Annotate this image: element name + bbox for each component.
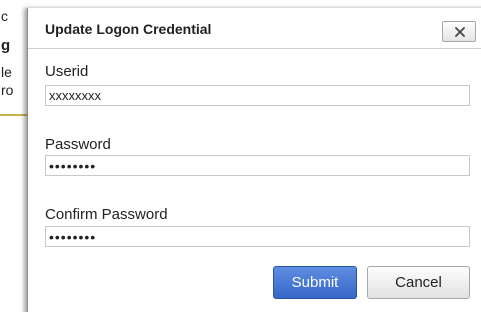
background-text-line: c: [1, 8, 8, 24]
background-text-line: ro: [1, 82, 14, 98]
submit-button[interactable]: Submit: [273, 266, 357, 299]
dialog-titlebar: Update Logon Credential: [28, 8, 481, 49]
background-divider: [0, 114, 30, 116]
background-page-fragment: c g le ro: [0, 0, 30, 312]
userid-input[interactable]: [45, 85, 470, 106]
confirm-password-label: Confirm Password: [45, 206, 168, 223]
password-input[interactable]: [45, 155, 470, 176]
background-text-line: g: [1, 37, 11, 54]
password-label: Password: [45, 136, 111, 153]
userid-label: Userid: [45, 63, 89, 80]
cancel-button[interactable]: Cancel: [367, 266, 470, 299]
background-text-line: le: [1, 64, 12, 80]
close-button[interactable]: [442, 21, 476, 42]
update-logon-credential-dialog: Update Logon Credential Userid Password …: [27, 8, 481, 312]
confirm-password-input[interactable]: [45, 226, 470, 247]
dialog-title: Update Logon Credential: [45, 21, 212, 37]
close-icon: [455, 27, 465, 37]
